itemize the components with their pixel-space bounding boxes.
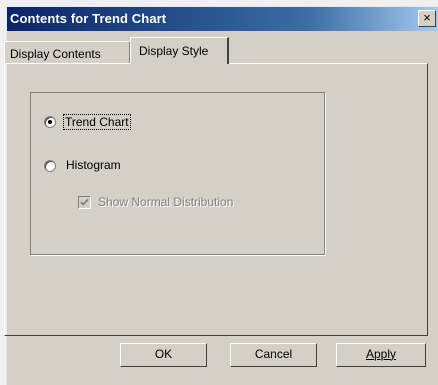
show-normal-distribution-label: Show Normal Distribution xyxy=(98,195,234,209)
radio-selected-dot xyxy=(48,120,52,124)
apply-label: Apply xyxy=(365,347,397,361)
title-bar[interactable]: Contents for Trend Chart × xyxy=(7,7,438,31)
tab-display-style-label: Display Style xyxy=(139,44,209,58)
ok-button[interactable]: OK xyxy=(120,343,207,367)
trend-chart-label[interactable]: Trend Chart xyxy=(63,114,131,130)
show-normal-distribution-checkbox xyxy=(78,196,91,209)
checkmark-icon xyxy=(80,198,89,206)
ok-label: OK xyxy=(154,347,173,361)
histogram-radio[interactable] xyxy=(44,160,56,172)
close-button[interactable]: × xyxy=(418,10,436,27)
cancel-label: Cancel xyxy=(254,347,293,361)
tab-display-contents-label: Display Contents xyxy=(10,47,101,61)
tab-display-style[interactable]: Display Style xyxy=(130,37,229,64)
trend-chart-radio[interactable] xyxy=(44,116,56,128)
dialog-title: Contents for Trend Chart xyxy=(10,11,167,26)
tab-display-contents[interactable]: Display Contents xyxy=(4,41,130,63)
close-icon: × xyxy=(423,10,431,25)
apply-button[interactable]: Apply xyxy=(336,343,426,367)
histogram-label[interactable]: Histogram xyxy=(66,158,121,172)
cancel-button[interactable]: Cancel xyxy=(230,343,317,367)
